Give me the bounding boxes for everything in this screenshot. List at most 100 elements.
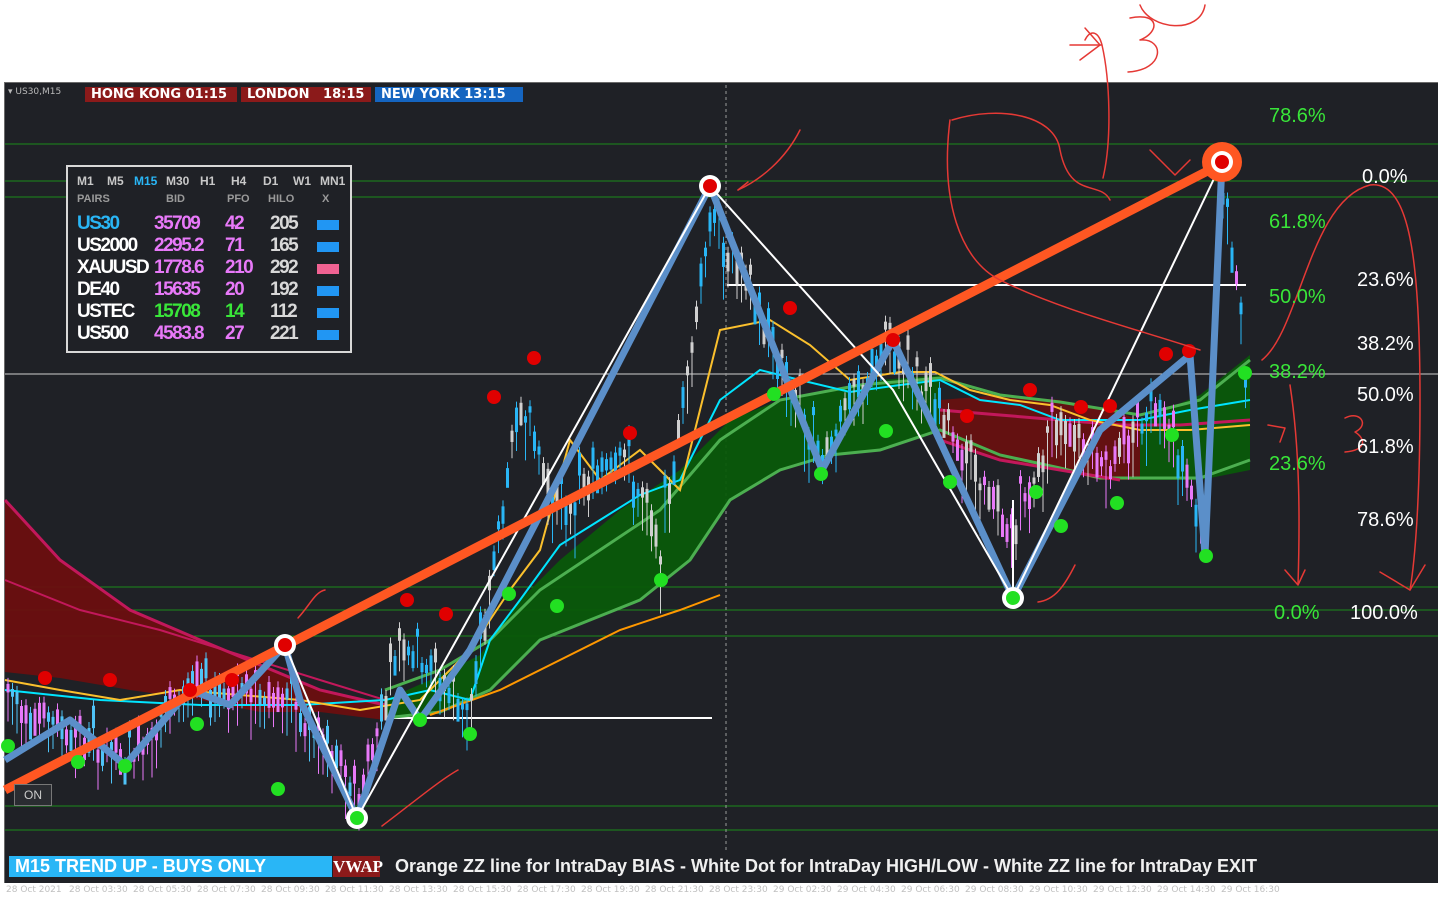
swing-low-dot bbox=[190, 717, 204, 731]
time-label: 28 Oct 2021 bbox=[6, 885, 62, 895]
candle-body bbox=[942, 414, 946, 438]
handwritten-arrow bbox=[1069, 32, 1110, 179]
candle-body bbox=[636, 488, 640, 497]
tf-m1[interactable]: M1 bbox=[77, 174, 94, 188]
vwap-button[interactable]: VWAP bbox=[333, 856, 383, 877]
fib-white-786: 78.6% bbox=[1357, 509, 1414, 531]
time-label: 28 Oct 23:30 bbox=[709, 885, 768, 895]
candle-body bbox=[303, 723, 307, 737]
candle-body bbox=[29, 712, 32, 740]
fib-white-236: 23.6% bbox=[1357, 269, 1414, 291]
fib-green-236: 23.6% bbox=[1269, 453, 1326, 475]
pfo-value: 210 bbox=[225, 257, 254, 278]
candle-body bbox=[632, 481, 635, 508]
pair-name: US2000 bbox=[77, 235, 138, 256]
ink-annotation bbox=[381, 769, 459, 827]
candle-body bbox=[492, 551, 496, 571]
candle-body bbox=[51, 716, 55, 725]
bid-value: 2295.2 bbox=[154, 235, 205, 256]
time-label: 28 Oct 17:30 bbox=[517, 885, 576, 895]
candle-body bbox=[1181, 445, 1184, 472]
candle-body bbox=[515, 407, 518, 433]
time-label: 28 Oct 21:30 bbox=[645, 885, 704, 895]
candle-body bbox=[96, 749, 100, 763]
major-pivot-dot bbox=[703, 179, 717, 193]
candle-body bbox=[623, 449, 626, 458]
header-bid: BID bbox=[166, 193, 185, 205]
candle-body bbox=[42, 702, 46, 719]
hilo-value: 112 bbox=[270, 301, 298, 322]
candle-body bbox=[1235, 271, 1238, 285]
candle-body bbox=[267, 682, 271, 708]
ink-annotation bbox=[1379, 564, 1426, 591]
ink-annotation bbox=[951, 112, 1111, 201]
symbol-text: US30,M15 bbox=[15, 87, 62, 97]
time-label: 29 Oct 14:30 bbox=[1157, 885, 1216, 895]
candle-body bbox=[1023, 493, 1027, 502]
candle-body bbox=[1109, 466, 1112, 480]
candle-body bbox=[659, 556, 662, 565]
tf-d1[interactable]: D1 bbox=[263, 174, 278, 188]
candle-body bbox=[713, 209, 716, 223]
candle-body bbox=[465, 703, 469, 711]
candle-body bbox=[992, 486, 995, 510]
candle-body bbox=[1127, 435, 1130, 464]
candle-body bbox=[69, 730, 73, 751]
time-label: 29 Oct 16:30 bbox=[1221, 885, 1280, 895]
candle-body bbox=[839, 405, 842, 422]
tf-w1[interactable]: W1 bbox=[293, 174, 311, 188]
candle-body bbox=[393, 656, 397, 676]
time-label: 28 Oct 09:30 bbox=[261, 885, 320, 895]
candle-body bbox=[501, 506, 505, 524]
bid-value: 35709 bbox=[154, 213, 201, 234]
session-hong-kong: HONG KONG 01:15 bbox=[85, 87, 237, 102]
candle-body bbox=[965, 441, 968, 464]
swing-high-dot bbox=[1159, 347, 1173, 361]
candle-body bbox=[402, 639, 406, 661]
swing-low-dot bbox=[879, 424, 893, 438]
fib-green-786: 78.6% bbox=[1269, 105, 1326, 127]
candle-body bbox=[1113, 446, 1117, 464]
time-label: 29 Oct 04:30 bbox=[837, 885, 896, 895]
header-x: X bbox=[322, 193, 330, 205]
candle-body bbox=[722, 242, 725, 267]
candle-body bbox=[285, 688, 289, 700]
major-pivot-dot bbox=[278, 638, 292, 652]
candle-body bbox=[299, 713, 302, 732]
symbol-label[interactable]: ▾ US30,M15 bbox=[8, 87, 61, 97]
hilo-value: 221 bbox=[270, 323, 299, 344]
swing-low-dot bbox=[1029, 485, 1043, 499]
direction-box bbox=[317, 242, 339, 252]
tf-m30[interactable]: M30 bbox=[166, 174, 189, 188]
candle-body bbox=[6, 683, 10, 693]
fib-green-00: 0.0% bbox=[1274, 602, 1320, 624]
candle-body bbox=[375, 728, 379, 737]
tf-mn1[interactable]: MN1 bbox=[320, 174, 345, 188]
candle-body bbox=[168, 687, 172, 699]
candle-body bbox=[1037, 453, 1040, 477]
swing-low-dot bbox=[1, 739, 15, 753]
candle-body bbox=[924, 372, 928, 392]
hilo-value: 205 bbox=[270, 213, 299, 234]
candle-body bbox=[1118, 437, 1121, 457]
candle-body bbox=[411, 651, 415, 669]
candle-body bbox=[1100, 457, 1103, 467]
tf-h1[interactable]: H1 bbox=[200, 174, 215, 188]
candle-body bbox=[987, 486, 991, 510]
candle-body bbox=[915, 357, 919, 367]
candle-body bbox=[429, 655, 433, 672]
bid-value: 15635 bbox=[154, 279, 201, 300]
ink-annotation bbox=[1284, 384, 1306, 586]
candle-body bbox=[618, 447, 622, 456]
tf-m15[interactable]: M15 bbox=[134, 174, 157, 188]
tf-m5[interactable]: M5 bbox=[107, 174, 124, 188]
on-toggle-button[interactable]: ON bbox=[14, 784, 52, 806]
candle-body bbox=[654, 524, 658, 547]
candle-body bbox=[726, 252, 730, 272]
fib-green-618: 61.8% bbox=[1269, 211, 1326, 233]
candle-body bbox=[699, 263, 703, 287]
ink-annotation bbox=[1037, 564, 1076, 603]
candle-body bbox=[893, 351, 896, 373]
candle-body bbox=[686, 366, 689, 376]
tf-h4[interactable]: H4 bbox=[231, 174, 246, 188]
